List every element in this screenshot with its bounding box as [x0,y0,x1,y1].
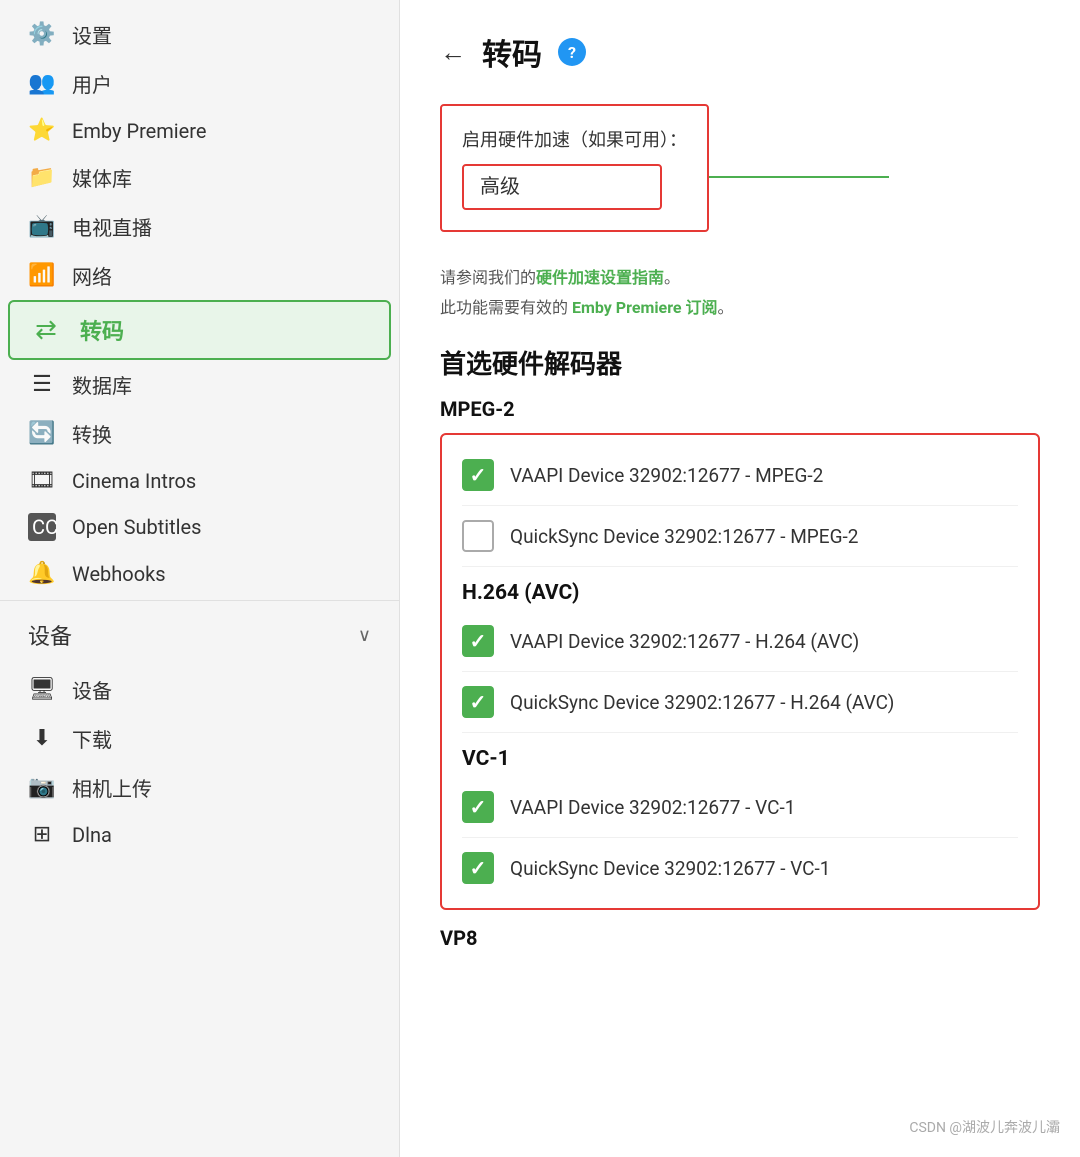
webhooks-label: Webhooks [72,562,166,586]
sidebar-item-cinema-intros[interactable]: 🎞 Cinema Intros [0,458,399,503]
settings-label: 设置 [72,20,112,49]
main-content: ← 转码 ? 启用硬件加速（如果可用）： 无基本高级 请参阅我们的硬件加速设置指… [400,0,1080,1157]
sidebar-item-camera-upload[interactable]: 📷 相机上传 [0,763,399,812]
sidebar-item-network[interactable]: 📶 网络 [0,251,399,300]
decoder-item-quicksync-mpeg2[interactable]: QuickSync Device 32902:12677 - MPEG-2 [462,506,1018,567]
network-label: 网络 [72,261,112,290]
convert-icon: 🔄 [28,421,56,446]
sidebar-item-media-library[interactable]: 📁 媒体库 [0,153,399,202]
sidebar-item-convert[interactable]: 🔄 转换 [0,409,399,458]
cinema-intros-icon: 🎞 [28,468,56,493]
devices-section[interactable]: 设备 ∨ [0,605,399,665]
devices-section-label: 设备 [28,619,72,651]
decoder-label-vaapi-mpeg2: VAAPI Device 32902:12677 - MPEG-2 [510,464,823,487]
decoder-section: VAAPI Device 32902:12677 - MPEG-2 QuickS… [440,433,1040,910]
device-label: 设备 [72,675,112,704]
dlna-label: Dlna [72,823,112,847]
dlna-icon: ⊞ [28,822,56,847]
divider [0,600,399,601]
page-header: ← 转码 ? [440,30,1040,74]
vc1-group-heading: VC-1 [462,733,1018,777]
watermark: CSDN @湖波儿奔波儿灞 [909,1117,1060,1137]
info-text-2: 此功能需要有效的 Emby Premiere 订阅。 [440,298,734,317]
help-icon[interactable]: ? [558,38,586,66]
download-icon: ⬇ [28,726,56,751]
sidebar-item-settings[interactable]: ⚙️ 设置 [0,10,399,59]
users-label: 用户 [72,69,112,98]
decoder-item-vaapi-h264[interactable]: VAAPI Device 32902:12677 - H.264 (AVC) [462,611,1018,672]
cinema-intros-label: Cinema Intros [72,469,196,493]
device-icon: 🖥 [28,677,56,702]
sidebar-item-transcode[interactable]: ⇄ 转码 [8,300,391,360]
hw-accel-guide-link[interactable]: 硬件加速设置指南 [536,268,664,287]
green-connector-line [709,176,889,178]
emby-premiere-icon: ⭐ [28,118,56,143]
decoder-item-quicksync-h264[interactable]: QuickSync Device 32902:12677 - H.264 (AV… [462,672,1018,733]
checkbox-vaapi-vc1[interactable] [462,791,494,823]
decoder-label-quicksync-h264: QuickSync Device 32902:12677 - H.264 (AV… [510,691,894,714]
open-subtitles-label: Open Subtitles [72,515,201,539]
mpeg2-outside-heading: MPEG-2 [440,397,1040,421]
tv-live-label: 电视直播 [72,212,152,241]
database-label: 数据库 [72,370,132,399]
checkbox-vaapi-mpeg2[interactable] [462,459,494,491]
sidebar-item-tv-live[interactable]: 📺 电视直播 [0,202,399,251]
transcode-label: 转码 [80,314,124,346]
webhooks-icon: 🔔 [28,561,56,586]
media-library-label: 媒体库 [72,163,132,192]
transcode-icon: ⇄ [30,315,62,345]
database-icon: ☰ [28,372,56,397]
sidebar: ⚙️ 设置 👥 用户 ⭐ Emby Premiere 📁 媒体库 📺 电视直播 … [0,0,400,1157]
network-icon: 📶 [28,263,56,288]
checkbox-quicksync-vc1[interactable] [462,852,494,884]
vp8-heading: VP8 [440,926,1040,950]
sidebar-item-open-subtitles[interactable]: CC Open Subtitles [0,503,399,551]
section-heading-preferred-decoder: 首选硬件解码器 [440,344,1040,381]
users-icon: 👥 [28,71,56,96]
convert-label: 转换 [72,419,112,448]
decoder-item-vaapi-vc1[interactable]: VAAPI Device 32902:12677 - VC-1 [462,777,1018,838]
open-subtitles-icon: CC [28,513,56,541]
hw-accel-select[interactable]: 无基本高级 [462,164,662,210]
emby-premiere-label: Emby Premiere [72,119,206,143]
page-title: 转码 [482,30,542,74]
decoder-item-vaapi-mpeg2[interactable]: VAAPI Device 32902:12677 - MPEG-2 [462,445,1018,506]
settings-icon: ⚙️ [28,22,56,47]
info-text-1: 请参阅我们的硬件加速设置指南。 [440,268,680,287]
sidebar-item-database[interactable]: ☰ 数据库 [0,360,399,409]
decoder-label-vaapi-vc1: VAAPI Device 32902:12677 - VC-1 [510,796,795,819]
back-button[interactable]: ← [440,37,466,68]
camera-upload-icon: 📷 [28,775,56,800]
tv-live-icon: 📺 [28,214,56,239]
sidebar-item-users[interactable]: 👥 用户 [0,59,399,108]
download-label: 下载 [72,724,112,753]
chevron-down-icon: ∨ [358,625,371,646]
decoder-label-vaapi-h264: VAAPI Device 32902:12677 - H.264 (AVC) [510,630,859,653]
sidebar-item-device[interactable]: 🖥 设备 [0,665,399,714]
decoder-item-quicksync-vc1[interactable]: QuickSync Device 32902:12677 - VC-1 [462,838,1018,898]
sidebar-item-webhooks[interactable]: 🔔 Webhooks [0,551,399,596]
sidebar-item-emby-premiere[interactable]: ⭐ Emby Premiere [0,108,399,153]
h264-group-heading: H.264 (AVC) [462,567,1018,611]
media-library-icon: 📁 [28,165,56,190]
camera-upload-label: 相机上传 [72,773,152,802]
checkbox-quicksync-mpeg2[interactable] [462,520,494,552]
sidebar-item-dlna[interactable]: ⊞ Dlna [0,812,399,857]
decoder-label-quicksync-mpeg2: QuickSync Device 32902:12677 - MPEG-2 [510,525,858,548]
checkbox-quicksync-h264[interactable] [462,686,494,718]
hw-accel-label: 启用硬件加速（如果可用）： [462,126,687,152]
emby-premiere-link[interactable]: Emby Premiere 订阅 [572,298,718,317]
decoder-label-quicksync-vc1: QuickSync Device 32902:12677 - VC-1 [510,857,830,880]
sidebar-item-download[interactable]: ⬇ 下载 [0,714,399,763]
checkbox-vaapi-h264[interactable] [462,625,494,657]
hw-accel-section: 启用硬件加速（如果可用）： 无基本高级 [440,104,709,232]
